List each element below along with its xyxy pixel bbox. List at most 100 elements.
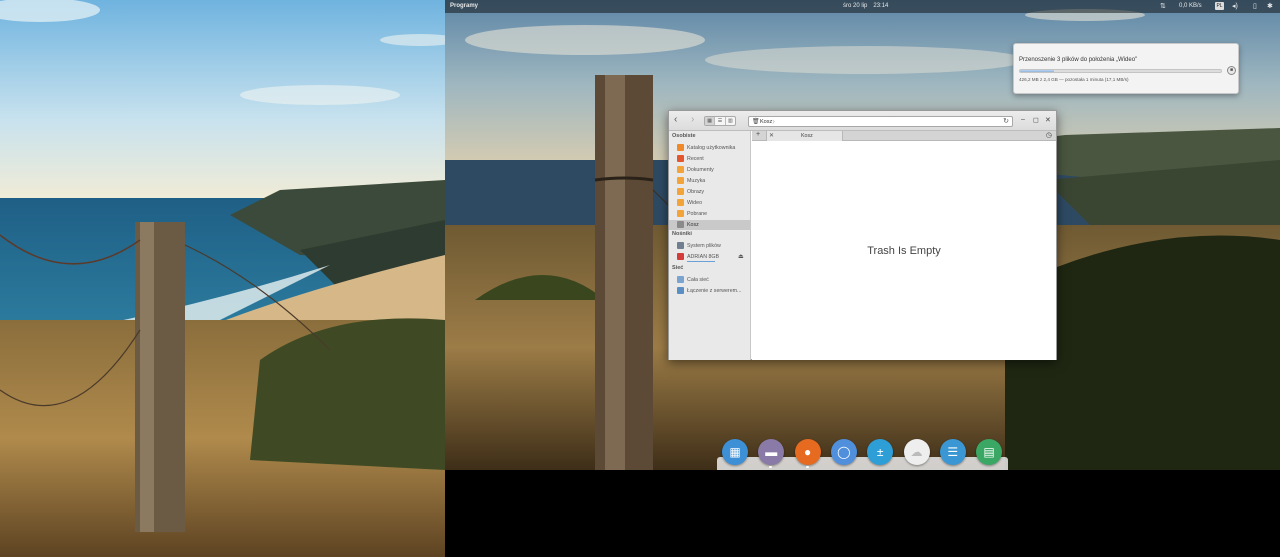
tab-history-icon[interactable]: ◷ (1046, 131, 1052, 139)
sidebar-item[interactable]: Muzyka (669, 176, 750, 186)
path-bar[interactable]: 🗑 Kosz › ↻ (748, 116, 1013, 127)
sidebar-item-label: ADRIAN 8GB (687, 254, 720, 260)
documents-folder-icon (677, 166, 684, 173)
midori-glyph: ☁ (910, 445, 923, 459)
sidebar-heading-personal: Osobiste (672, 133, 696, 139)
trash-icon: 🗑 (752, 119, 760, 125)
eject-icon[interactable]: ⏏ (738, 253, 744, 260)
sidebar-item[interactable]: Kosz (669, 220, 750, 230)
sidebar-item[interactable]: Katalog użytkownika (669, 143, 750, 153)
sidebar-item-label: System plików (687, 243, 721, 249)
sidebar-heading-network: Sieć (672, 265, 684, 271)
transfer-progress-fill (1020, 70, 1055, 72)
calculator-icon[interactable]: ± (867, 439, 894, 465)
sidebar-item-label: Łączenie z serwerem... (687, 288, 742, 294)
sidebar-item[interactable]: Recent (669, 154, 750, 164)
keyboard-layout-indicator[interactable]: PL (1215, 2, 1224, 10)
sidebar-item-label: Kosz (687, 222, 699, 228)
multitasking-view-icon[interactable]: ▦ (722, 439, 748, 465)
sidebar-item[interactable]: Pobrane (669, 209, 750, 219)
list-view-icon[interactable]: ☰ (715, 117, 726, 125)
sidebar-item-label: Obrazy (687, 189, 705, 195)
sidebar-item[interactable]: Dokumenty (669, 165, 750, 175)
chromium-icon[interactable]: ◯ (830, 439, 857, 465)
sidebar-item-label: Katalog użytkownika (687, 145, 736, 151)
firefox-glyph: ● (803, 445, 812, 459)
network-transfer-icon[interactable]: ⇅ (1160, 2, 1166, 10)
screen-void (445, 470, 1280, 557)
disk-usage-bar (687, 261, 715, 262)
new-tab-button[interactable]: + (756, 131, 760, 138)
connect-server-icon (677, 287, 684, 294)
files-icon[interactable]: ▬ (758, 439, 785, 465)
sidebar-item[interactable]: Cała sieć (669, 275, 750, 285)
applications-menu-button[interactable]: Programy (450, 3, 478, 9)
wallpaper-left (0, 0, 445, 557)
network-icon (677, 276, 684, 283)
view-mode-switcher: ▦ ☰ ▥ (704, 116, 736, 126)
sidebar-item-label: Muzyka (687, 178, 706, 184)
clock[interactable]: śro 20 lip 23:14 (843, 3, 894, 9)
recent-icon (677, 155, 684, 162)
reload-icon[interactable]: ↻ (1003, 117, 1009, 125)
sidebar-item[interactable]: Obrazy (669, 187, 750, 197)
volume-icon[interactable]: ◂) (1232, 2, 1238, 10)
calculator-glyph: ± (876, 445, 884, 459)
file-manager-window: ‹ › ▦ ☰ ▥ 🗑 Kosz › ↻ – ◻ ✕ Osobiste Nośn… (668, 110, 1057, 360)
top-panel: Programy śro 20 lip 23:14 ⇅ 0,0 KB/s PL ◂… (445, 0, 1280, 13)
sidebar-item-label: Dokumenty (687, 167, 714, 173)
breadcrumb-chevron-icon: › (772, 116, 775, 126)
sidebar: Osobiste Nośniki Sieć Katalog użytkownik… (669, 131, 751, 360)
sidebar-item-label: Cała sieć (687, 277, 709, 283)
sidebar-item-label: Pobrane (687, 211, 708, 217)
file-manager-toolbar: ‹ › ▦ ☰ ▥ 🗑 Kosz › ↻ – ◻ ✕ (669, 111, 1056, 131)
clock-date: śro 20 lip (843, 3, 868, 9)
empty-trash-message: Trash Is Empty (867, 245, 941, 257)
spreadsheet-glyph: ▤ (983, 445, 995, 459)
sidebar-item[interactable]: Wideo (669, 198, 750, 208)
maximize-button[interactable]: ◻ (1033, 116, 1039, 124)
sidebar-item-label: Recent (687, 156, 704, 162)
running-indicator (805, 466, 809, 468)
back-button[interactable]: ‹ (674, 114, 677, 125)
sidebar-item[interactable]: System plików (669, 241, 750, 251)
music-folder-icon (677, 177, 684, 184)
pictures-folder-icon (677, 188, 684, 195)
firefox-icon[interactable]: ● (794, 439, 821, 465)
file-transfer-dialog: Przenoszenie 3 plików do położenia „Wide… (1013, 43, 1239, 94)
tab-bar: + ✕ Kosz ◷ (752, 131, 1056, 141)
downloads-folder-icon (677, 210, 684, 217)
session-gear-icon[interactable]: ✱ (1267, 2, 1273, 10)
column-view-icon[interactable]: ▥ (726, 117, 735, 125)
cancel-transfer-button[interactable]: ■ (1227, 66, 1236, 75)
files-glyph: ▬ (765, 445, 778, 459)
sidebar-heading-devices: Nośniki (672, 231, 692, 237)
documents-icon[interactable]: ☰ (939, 439, 966, 465)
spreadsheet-icon[interactable]: ▤ (976, 439, 1003, 465)
minimize-button[interactable]: – (1021, 116, 1025, 123)
home-icon (677, 144, 684, 151)
multitasking-view-glyph: ▦ (729, 445, 741, 459)
icon-view-icon[interactable]: ▦ (705, 117, 716, 125)
sidebar-item-label: Wideo (687, 200, 703, 206)
drive-icon (677, 242, 684, 249)
forward-button[interactable]: › (691, 114, 694, 125)
transfer-title: Przenoszenie 3 plików do położenia „Wide… (1019, 57, 1138, 63)
sidebar-item[interactable]: ADRIAN 8GB ⏏ (669, 252, 750, 262)
network-speed: 0,0 KB/s (1179, 3, 1202, 9)
documents-glyph: ☰ (947, 445, 959, 459)
midori-icon[interactable]: ☁ (903, 439, 930, 465)
sidebar-item[interactable]: Łączenie z serwerem... (669, 286, 750, 296)
chromium-glyph: ◯ (837, 445, 851, 459)
tab-label: Kosz (801, 133, 813, 139)
file-view[interactable]: Trash Is Empty (752, 142, 1056, 360)
breadcrumb[interactable]: Kosz (760, 119, 772, 125)
power-icon[interactable]: ▯ (1253, 2, 1257, 10)
desktop: Programy śro 20 lip 23:14 ⇅ 0,0 KB/s PL ◂… (0, 0, 1280, 557)
transfer-progress-bar (1019, 69, 1222, 73)
transfer-status: 426,2 MB z 2,4 GB — pozostała 1 minuta (… (1019, 77, 1129, 82)
close-tab-icon[interactable]: ✕ (769, 132, 774, 139)
trash-icon (677, 221, 684, 228)
tab-trash[interactable]: ✕ Kosz (766, 131, 843, 141)
close-button[interactable]: ✕ (1045, 116, 1051, 124)
